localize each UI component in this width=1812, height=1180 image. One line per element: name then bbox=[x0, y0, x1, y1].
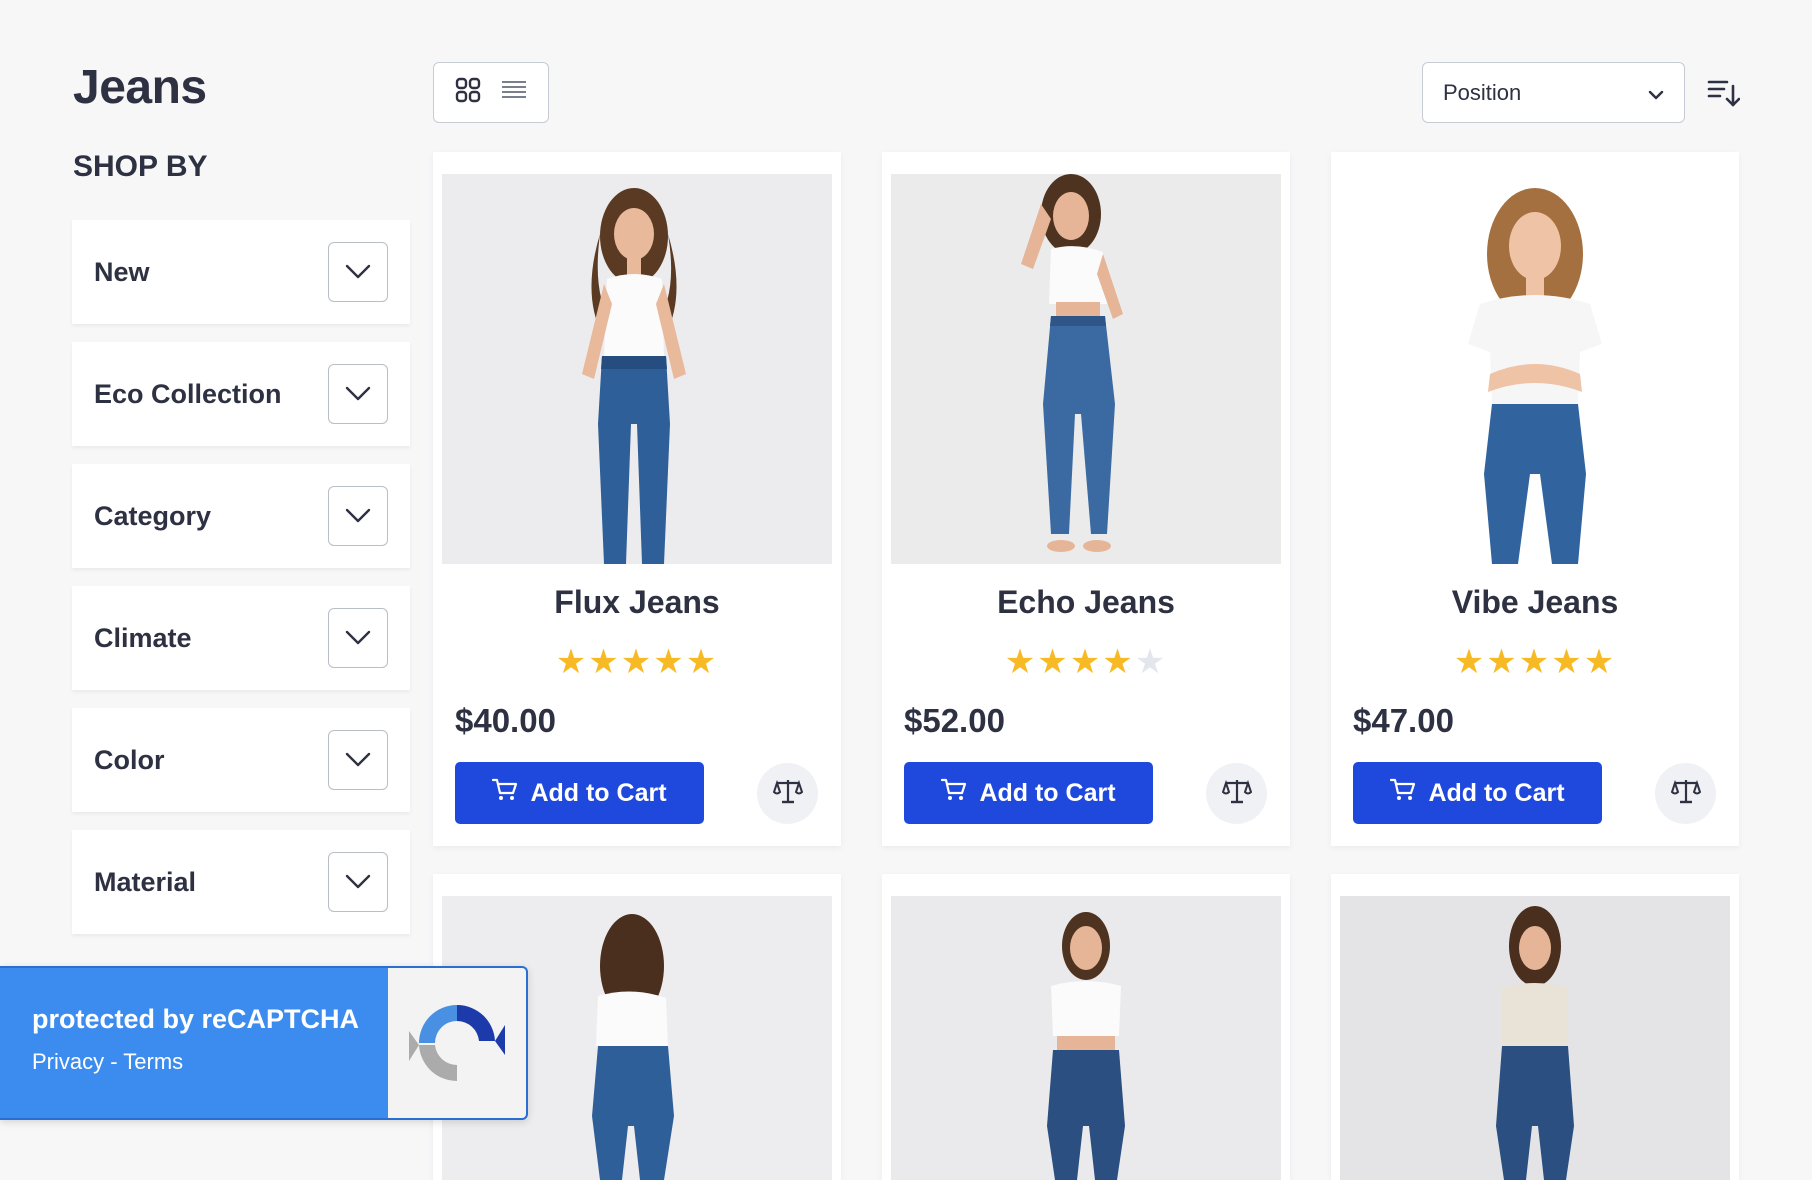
compare-button[interactable] bbox=[1655, 763, 1716, 824]
filter-material[interactable]: Material bbox=[72, 830, 410, 934]
filter-label: Category bbox=[94, 500, 212, 531]
product-card[interactable] bbox=[1331, 874, 1739, 1180]
product-image[interactable] bbox=[891, 174, 1281, 564]
add-to-cart-button[interactable]: Add to Cart bbox=[1353, 762, 1602, 824]
star-icon: ★ bbox=[1037, 642, 1070, 682]
chevron-down-icon[interactable] bbox=[328, 608, 388, 668]
star-icon: ★ bbox=[1102, 642, 1135, 682]
product-name[interactable]: Echo Jeans bbox=[882, 584, 1290, 621]
chevron-down-icon[interactable] bbox=[328, 852, 388, 912]
product-price: $40.00 bbox=[455, 702, 556, 739]
sort-select-value: Position bbox=[1443, 79, 1522, 105]
list-view-icon[interactable] bbox=[501, 79, 527, 106]
star-icon: ★ bbox=[588, 642, 621, 682]
compare-button[interactable] bbox=[757, 763, 818, 824]
chevron-down-icon[interactable] bbox=[328, 730, 388, 790]
star-icon: ★ bbox=[1453, 642, 1487, 682]
chevron-down-icon bbox=[1648, 80, 1664, 106]
product-price: $47.00 bbox=[1353, 702, 1454, 739]
chevron-down-icon[interactable] bbox=[328, 364, 388, 424]
filter-category[interactable]: Category bbox=[72, 464, 410, 568]
filter-climate[interactable]: Climate bbox=[72, 586, 410, 690]
star-icon: ★ bbox=[620, 642, 654, 682]
add-to-cart-button[interactable]: Add to Cart bbox=[904, 762, 1153, 824]
recaptcha-badge[interactable]: protected by reCAPTCHA Privacy - Terms bbox=[0, 966, 528, 1120]
add-to-cart-label: Add to Cart bbox=[530, 778, 667, 807]
add-to-cart-label: Add to Cart bbox=[979, 778, 1116, 807]
product-image[interactable] bbox=[442, 174, 832, 564]
filter-new[interactable]: New bbox=[72, 220, 410, 324]
add-to-cart-label: Add to Cart bbox=[1428, 778, 1565, 807]
recaptcha-links[interactable]: Privacy - Terms bbox=[32, 1049, 388, 1075]
star-icon: ★ bbox=[1518, 642, 1552, 682]
scale-icon bbox=[1670, 777, 1701, 810]
recaptcha-title: protected by reCAPTCHA bbox=[32, 1004, 360, 1034]
view-mode-toggle bbox=[433, 62, 549, 123]
add-to-cart-button[interactable]: Add to Cart bbox=[455, 762, 704, 824]
cart-icon bbox=[492, 778, 518, 809]
star-icon: ★ bbox=[1486, 642, 1519, 682]
scale-icon bbox=[1221, 777, 1252, 810]
filter-label: Eco Collection bbox=[94, 378, 282, 409]
shop-by-heading: SHOP BY bbox=[73, 150, 208, 183]
filter-label: New bbox=[94, 256, 150, 287]
chevron-down-icon[interactable] bbox=[328, 242, 388, 302]
product-card[interactable]: Vibe Jeans ★★★★★ $47.00 Add to Cart bbox=[1331, 152, 1739, 846]
product-card[interactable]: Echo Jeans ★★★★★ $52.00 Add to Cart bbox=[882, 152, 1290, 846]
filter-color[interactable]: Color bbox=[72, 708, 410, 812]
chevron-down-icon[interactable] bbox=[328, 486, 388, 546]
filter-eco-collection[interactable]: Eco Collection bbox=[72, 342, 410, 446]
product-image[interactable] bbox=[891, 896, 1281, 1180]
sort-select[interactable]: Position bbox=[1422, 62, 1685, 123]
scale-icon bbox=[772, 777, 803, 810]
recaptcha-logo-icon bbox=[388, 968, 526, 1118]
star-icon: ★ bbox=[1551, 642, 1584, 682]
filter-label: Color bbox=[94, 744, 165, 775]
grid-view-icon[interactable] bbox=[455, 77, 481, 108]
star-icon: ★ bbox=[1069, 642, 1103, 682]
product-image[interactable] bbox=[1340, 896, 1730, 1180]
rating-stars: ★★★★★ bbox=[433, 642, 841, 682]
star-icon: ★ bbox=[1583, 642, 1617, 682]
rating-stars: ★★★★★ bbox=[1331, 642, 1739, 682]
rating-stars: ★★★★★ bbox=[882, 642, 1290, 682]
product-price: $52.00 bbox=[904, 702, 1005, 739]
cart-icon bbox=[941, 778, 967, 809]
sort-direction-icon[interactable] bbox=[1706, 76, 1741, 110]
product-card[interactable] bbox=[882, 874, 1290, 1180]
star-icon: ★ bbox=[1004, 642, 1038, 682]
star-icon: ★ bbox=[555, 642, 589, 682]
filter-list: New Eco Collection Category Climate Colo… bbox=[72, 220, 410, 952]
star-icon: ★ bbox=[653, 642, 686, 682]
filter-label: Climate bbox=[94, 622, 192, 653]
product-image[interactable] bbox=[1340, 174, 1730, 564]
compare-button[interactable] bbox=[1206, 763, 1267, 824]
product-name[interactable]: Flux Jeans bbox=[433, 584, 841, 621]
recaptcha-text: protected by reCAPTCHA Privacy - Terms bbox=[0, 968, 388, 1118]
filter-label: Material bbox=[94, 866, 197, 897]
star-icon: ★ bbox=[685, 642, 719, 682]
page-title: Jeans bbox=[73, 61, 207, 114]
star-empty-icon: ★ bbox=[1134, 642, 1168, 682]
cart-icon bbox=[1390, 778, 1416, 809]
product-name[interactable]: Vibe Jeans bbox=[1331, 584, 1739, 621]
product-card[interactable]: Flux Jeans ★★★★★ $40.00 Add to Cart bbox=[433, 152, 841, 846]
